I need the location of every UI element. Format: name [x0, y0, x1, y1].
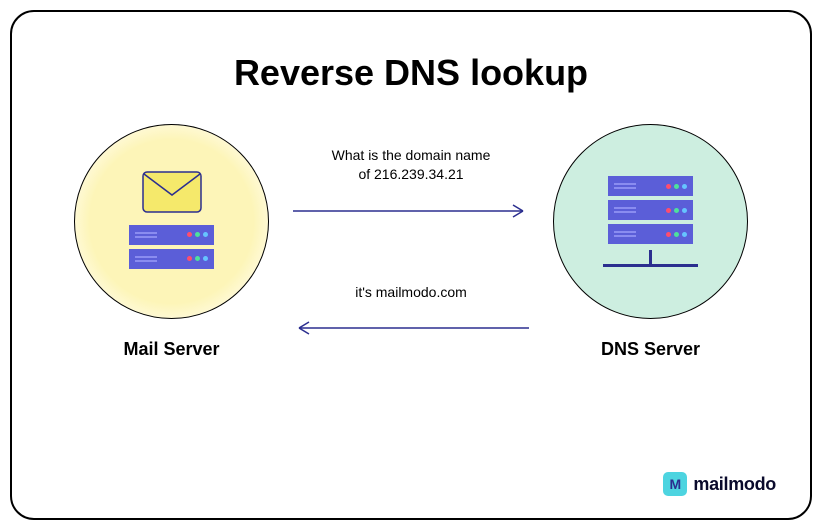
arrows-section: What is the domain name of 216.239.34.21… — [271, 146, 551, 339]
diagram-body: Mail Server What is the domain name of 2… — [62, 124, 760, 360]
mail-server-stack — [129, 225, 214, 273]
server-unit-icon — [129, 225, 214, 245]
mail-server-node: Mail Server — [72, 124, 271, 360]
diagram-card: Reverse DNS lookup — [10, 10, 812, 520]
server-stand-icon — [649, 250, 652, 264]
server-unit-icon — [129, 249, 214, 269]
arrow-right-icon — [291, 201, 531, 221]
diagram-title: Reverse DNS lookup — [62, 52, 760, 94]
server-base-icon — [603, 264, 698, 267]
response-text: it's mailmodo.com — [355, 283, 467, 303]
query-line2: of 216.239.34.21 — [358, 166, 463, 182]
server-unit-icon — [608, 176, 693, 196]
server-unit-icon — [608, 224, 693, 244]
query-text: What is the domain name of 216.239.34.21 — [332, 146, 491, 185]
server-unit-icon — [608, 200, 693, 220]
mail-server-label: Mail Server — [123, 339, 219, 360]
dns-server-circle — [553, 124, 748, 319]
dns-server-node: DNS Server — [551, 124, 750, 360]
arrow-left-icon — [291, 318, 531, 338]
query-line1: What is the domain name — [332, 147, 491, 163]
envelope-icon — [142, 171, 202, 213]
dns-server-stack — [603, 176, 698, 267]
brand-name: mailmodo — [693, 474, 776, 495]
brand-mark-icon: M — [663, 472, 687, 496]
mail-server-circle — [74, 124, 269, 319]
brand-logo: M mailmodo — [663, 472, 776, 496]
dns-server-label: DNS Server — [601, 339, 700, 360]
